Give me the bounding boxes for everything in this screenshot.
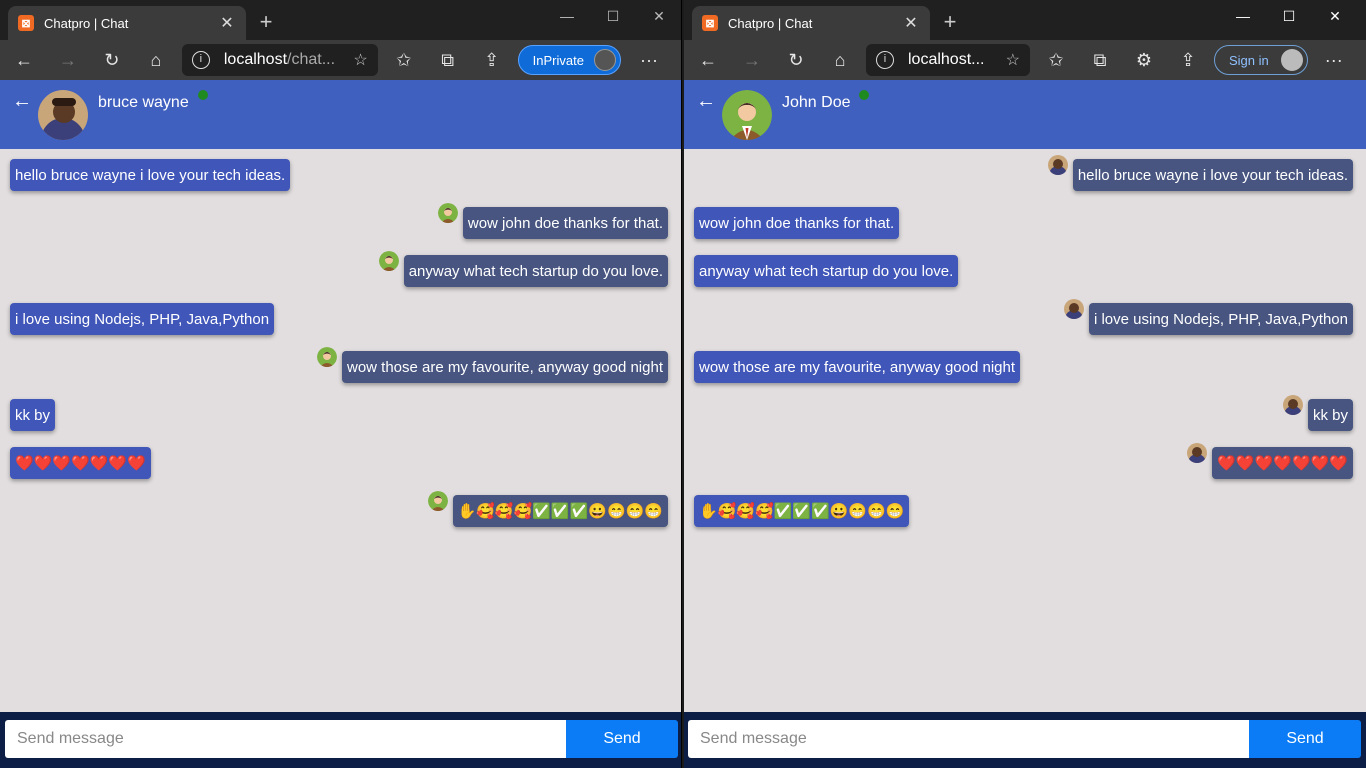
window-controls: — ☐ ✕: [1220, 4, 1358, 28]
back-icon[interactable]: ←: [690, 44, 726, 76]
browser-toolbar: ← → ↻ ⌂ i localhost... ☆ ✩ ⧉ ⚙ ⇪ Sign in…: [684, 40, 1366, 80]
address-bar[interactable]: i localhost... ☆: [866, 44, 1030, 76]
xampp-favicon-icon: ⊠: [702, 15, 718, 31]
sender-avatar: [379, 251, 399, 271]
collections-icon[interactable]: ⧉: [430, 44, 466, 76]
sent-message-bubble: kk by: [1307, 399, 1353, 431]
close-window-icon[interactable]: ✕: [1312, 4, 1358, 28]
maximize-icon[interactable]: ☐: [590, 4, 636, 28]
contact-name: bruce wayne: [98, 94, 189, 111]
add-favorite-icon[interactable]: ☆: [353, 50, 367, 70]
sign-in-button[interactable]: Sign in: [1214, 45, 1308, 75]
received-message-bubble: ❤️❤️❤️❤️❤️❤️❤️: [10, 447, 151, 479]
tab-title: Chatpro | Chat: [728, 15, 813, 31]
sender-avatar: [1283, 395, 1303, 415]
received-message-bubble: i love using Nodejs, PHP, Java,Python: [10, 303, 275, 335]
window-controls: — ☐ ✕: [544, 4, 681, 28]
share-icon[interactable]: ⇪: [474, 44, 510, 76]
sent-message-bubble: ✋🥰🥰🥰✅✅✅😀😁😁😁: [452, 495, 668, 527]
close-tab-icon[interactable]: ✕: [902, 13, 920, 33]
profile-avatar-icon: [593, 49, 616, 71]
browser-toolbar: ← → ↻ ⌂ i localhost/chat... ☆ ✩ ⧉ ⇪ InPr…: [0, 40, 681, 80]
collections-icon[interactable]: ⧉: [1082, 44, 1118, 76]
refresh-icon[interactable]: ↻: [94, 44, 130, 76]
browser-window-right: ⊠ Chatpro | Chat ✕ + — ☐ ✕ ← → ↻ ⌂ i loc…: [684, 0, 1366, 768]
message-list: hello bruce wayne i love your tech ideas…: [0, 149, 681, 712]
browser-tab[interactable]: ⊠ Chatpro | Chat ✕: [8, 6, 246, 40]
more-menu-icon[interactable]: ···: [631, 44, 667, 76]
received-message-bubble: kk by: [10, 399, 56, 431]
url-host: localhost: [223, 51, 288, 68]
forward-icon[interactable]: →: [50, 44, 86, 76]
address-bar[interactable]: i localhost/chat... ☆: [181, 44, 378, 76]
received-message-bubble: anyway what tech startup do you love.: [694, 255, 959, 287]
refresh-icon[interactable]: ↻: [778, 44, 814, 76]
message-list: hello bruce wayne i love your tech ideas…: [684, 149, 1366, 712]
sender-avatar: [428, 491, 448, 511]
profile-avatar-icon: [1280, 49, 1303, 71]
share-icon[interactable]: ⇪: [1170, 44, 1206, 76]
tab-strip: ⊠ Chatpro | Chat ✕ + — ☐ ✕: [684, 0, 1366, 40]
browser-window-left: ⊠ Chatpro | Chat ✕ + — ☐ ✕ ← → ↻ ⌂ i loc…: [0, 0, 682, 768]
new-tab-icon[interactable]: +: [938, 10, 962, 34]
forward-icon[interactable]: →: [734, 44, 770, 76]
tab-strip: ⊠ Chatpro | Chat ✕ + — ☐ ✕: [0, 0, 681, 40]
contact-avatar: [38, 90, 88, 140]
inprivate-button[interactable]: InPrivate: [517, 45, 621, 75]
online-status-dot: [859, 90, 869, 100]
site-info-icon[interactable]: i: [876, 51, 894, 69]
sender-avatar: [1064, 299, 1084, 319]
sign-in-label: Sign in: [1229, 52, 1269, 68]
message-input[interactable]: Send message: [688, 720, 1249, 758]
chat-header: ← bruce wayne: [0, 80, 681, 149]
minimize-icon[interactable]: —: [1220, 4, 1266, 28]
contact-avatar: [722, 90, 772, 140]
message-input[interactable]: Send message: [5, 720, 566, 758]
sent-message-bubble: wow those are my favourite, anyway good …: [341, 351, 668, 383]
received-message-bubble: ✋🥰🥰🥰✅✅✅😀😁😁😁: [694, 495, 910, 527]
chat-header: ← John Doe: [684, 80, 1366, 149]
received-message-bubble: hello bruce wayne i love your tech ideas…: [10, 159, 291, 191]
minimize-icon[interactable]: —: [544, 4, 590, 28]
sender-avatar: [1187, 443, 1207, 463]
send-button[interactable]: Send: [1249, 720, 1361, 758]
sender-avatar: [438, 203, 458, 223]
more-menu-icon[interactable]: ···: [1316, 44, 1352, 76]
tab-title: Chatpro | Chat: [44, 15, 129, 31]
home-icon[interactable]: ⌂: [822, 44, 858, 76]
url-text: localhost/chat...: [224, 51, 354, 69]
inprivate-label: InPrivate: [532, 52, 584, 68]
new-tab-icon[interactable]: +: [254, 10, 278, 34]
message-composer: Send message Send: [0, 712, 681, 768]
add-favorite-icon[interactable]: ☆: [1006, 50, 1020, 70]
sent-message-bubble: i love using Nodejs, PHP, Java,Python: [1088, 303, 1353, 335]
message-composer: Send message Send: [684, 712, 1366, 768]
extensions-icon[interactable]: ⚙: [1126, 44, 1162, 76]
sent-message-bubble: ❤️❤️❤️❤️❤️❤️❤️: [1212, 447, 1353, 479]
favorites-icon[interactable]: ✩: [386, 44, 422, 76]
sent-message-bubble: anyway what tech startup do you love.: [403, 255, 668, 287]
url-path: /chat...: [287, 51, 336, 68]
maximize-icon[interactable]: ☐: [1266, 4, 1312, 28]
close-window-icon[interactable]: ✕: [636, 4, 681, 28]
back-arrow-icon[interactable]: ←: [12, 90, 32, 113]
home-icon[interactable]: ⌂: [138, 44, 174, 76]
received-message-bubble: wow those are my favourite, anyway good …: [694, 351, 1021, 383]
site-info-icon[interactable]: i: [191, 51, 210, 69]
online-status-dot: [198, 90, 208, 100]
url-text: localhost...: [908, 51, 985, 68]
back-arrow-icon[interactable]: ←: [696, 90, 716, 113]
sent-message-bubble: hello bruce wayne i love your tech ideas…: [1072, 159, 1353, 191]
contact-name: John Doe: [782, 94, 851, 111]
send-button[interactable]: Send: [566, 720, 678, 758]
favorites-icon[interactable]: ✩: [1038, 44, 1074, 76]
close-tab-icon[interactable]: ✕: [218, 13, 236, 33]
received-message-bubble: wow john doe thanks for that.: [694, 207, 900, 239]
sent-message-bubble: wow john doe thanks for that.: [462, 207, 668, 239]
sender-avatar: [1048, 155, 1068, 175]
back-icon[interactable]: ←: [6, 44, 42, 76]
browser-tab[interactable]: ⊠ Chatpro | Chat ✕: [692, 6, 930, 40]
sender-avatar: [317, 347, 337, 367]
xampp-favicon-icon: ⊠: [18, 15, 34, 31]
